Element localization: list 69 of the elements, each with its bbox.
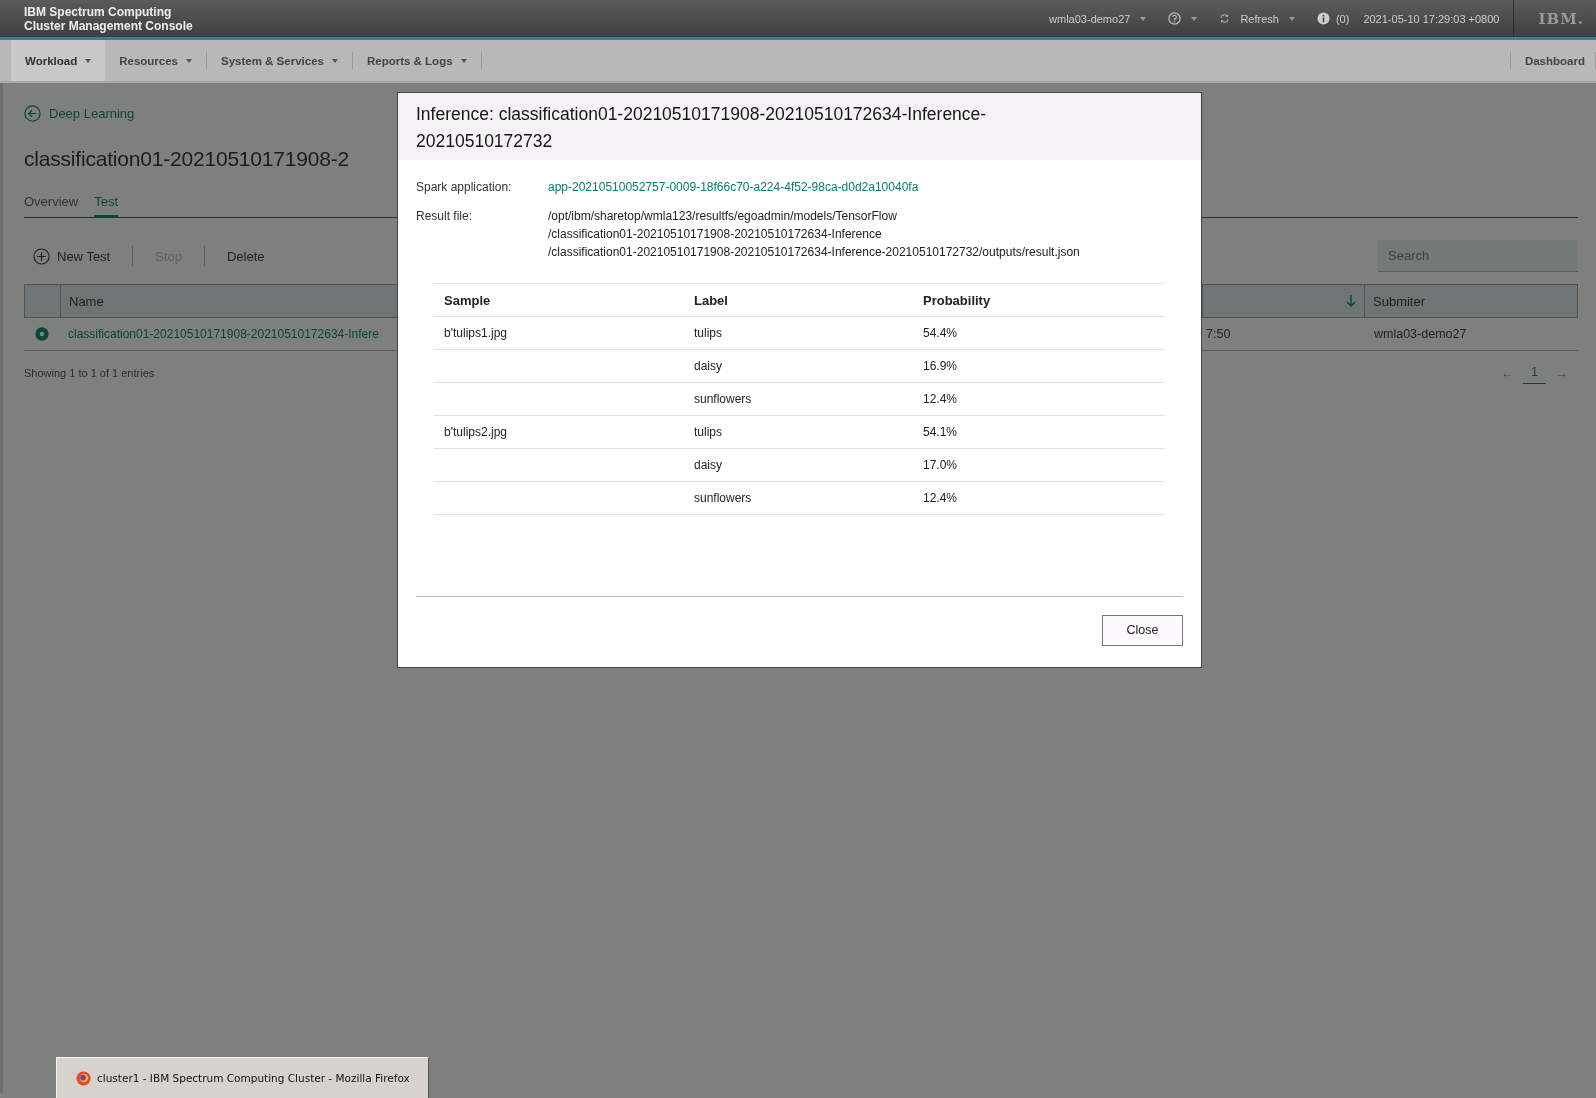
product-name: IBM Spectrum Computing (24, 4, 173, 19)
dialog-title: Inference: classification01-20210510171908-20210510172634-Inference-20210510172732 (416, 103, 988, 153)
entries-count: Showing 1 to 1 of 1 entries (24, 366, 155, 379)
radio-button[interactable] (35, 327, 49, 341)
table-cell: sunflowers (694, 491, 752, 505)
tab[interactable]: Overview (24, 194, 79, 218)
field-label: Spark application: (416, 180, 513, 196)
application-link[interactable]: app-20210510052757-0009-18f66c70-a224-4f52-98ca-d0d2a10040fa (548, 178, 919, 196)
nav-menu[interactable]: Reports & Logs (352, 40, 481, 81)
sort-arrow-icon[interactable] (1346, 294, 1356, 308)
back-link[interactable]: Deep Learning (49, 106, 135, 121)
toolbar-button[interactable]: Delete (227, 248, 265, 264)
notification-count[interactable]: (0) (1335, 12, 1350, 25)
help-icon[interactable] (1168, 12, 1182, 25)
logo: IBM. (1513, 0, 1596, 37)
nav-menu[interactable]: Resources (105, 40, 206, 81)
refresh-button[interactable]: Refresh (1240, 12, 1279, 25)
table-cell: sunflowers (694, 392, 752, 406)
column-header: Label (693, 292, 729, 308)
caret-icon (1140, 16, 1147, 21)
nav-menu[interactable]: System & Services (207, 40, 352, 81)
add-icon[interactable] (33, 247, 50, 265)
field-label: Result file: (416, 209, 474, 225)
taskbar-button[interactable]: cluster1 - IBM Spectrum Computing Cluster - Mozilla Firefox (56, 1057, 429, 1098)
search-field[interactable]: Search (1378, 240, 1578, 272)
column-header[interactable]: Submiter (1373, 293, 1426, 309)
previous-page-button[interactable]: ← (1501, 365, 1514, 380)
column-header: Probability (922, 292, 992, 308)
table-cell: b'tulips1.jpg (444, 326, 507, 340)
file-path: /classification01-20210510171908-20210510172634-Inference-20210510172732/outputs/result.json (548, 244, 1080, 261)
test-name-link[interactable]: classification01-20210510171908-20210510172634-Infere (68, 327, 379, 341)
browser-icon (76, 1070, 91, 1086)
dashboard-link[interactable]: Dashboard (1510, 40, 1595, 81)
table-cell: 54.4% (923, 326, 958, 340)
next-page-button[interactable]: → (1556, 365, 1568, 380)
refresh-icon[interactable] (1219, 13, 1231, 24)
close-button[interactable]: Close (1102, 614, 1183, 646)
page-title: classification01-20210510171908-2 (24, 147, 350, 171)
table-cell: 12.4% (923, 491, 958, 505)
product-name: Cluster Management Console (24, 18, 193, 33)
table-cell: tulips (694, 326, 722, 340)
table-cell: 17.0% (923, 458, 958, 472)
file-path: /classification01-20210510171908-20210510172634-Inference (548, 226, 883, 243)
caret-icon (331, 58, 338, 63)
caret-icon (186, 58, 192, 63)
date-time: 2021-05-10 17:29:03 +0800 (1363, 12, 1500, 25)
table-cell: daisy (694, 458, 722, 472)
table-cell: 54.1% (923, 425, 958, 439)
nav-menu[interactable]: Workload (11, 40, 106, 81)
column-header[interactable]: Name (69, 293, 104, 309)
caret-icon (1191, 16, 1198, 21)
file-path: /opt/ibm/sharetop/wmla123/resultfs/egoadmin/models/TensorFlow (548, 208, 898, 225)
page-number[interactable]: 1 (1523, 365, 1546, 384)
tab[interactable]: Test (94, 194, 119, 218)
table-cell: 16.9% (923, 359, 958, 373)
caret-icon (460, 58, 467, 63)
table-cell: wmla03-demo27 (1374, 327, 1467, 341)
column-header: Sample (443, 292, 492, 308)
table-cell: daisy (694, 359, 722, 373)
caret-icon (1288, 16, 1295, 21)
caret-icon (85, 58, 92, 63)
user-menu[interactable]: wmla03-demo27 (1049, 12, 1131, 25)
back-icon[interactable] (24, 105, 41, 122)
info-icon[interactable] (1316, 12, 1330, 25)
table-cell: tulips (694, 425, 722, 439)
table-cell: 12.4% (923, 392, 958, 406)
table-cell: b'tulips2.jpg (444, 425, 507, 439)
toolbar-button[interactable]: New Test (57, 248, 111, 264)
table-cell: 7:50 (1206, 327, 1231, 341)
